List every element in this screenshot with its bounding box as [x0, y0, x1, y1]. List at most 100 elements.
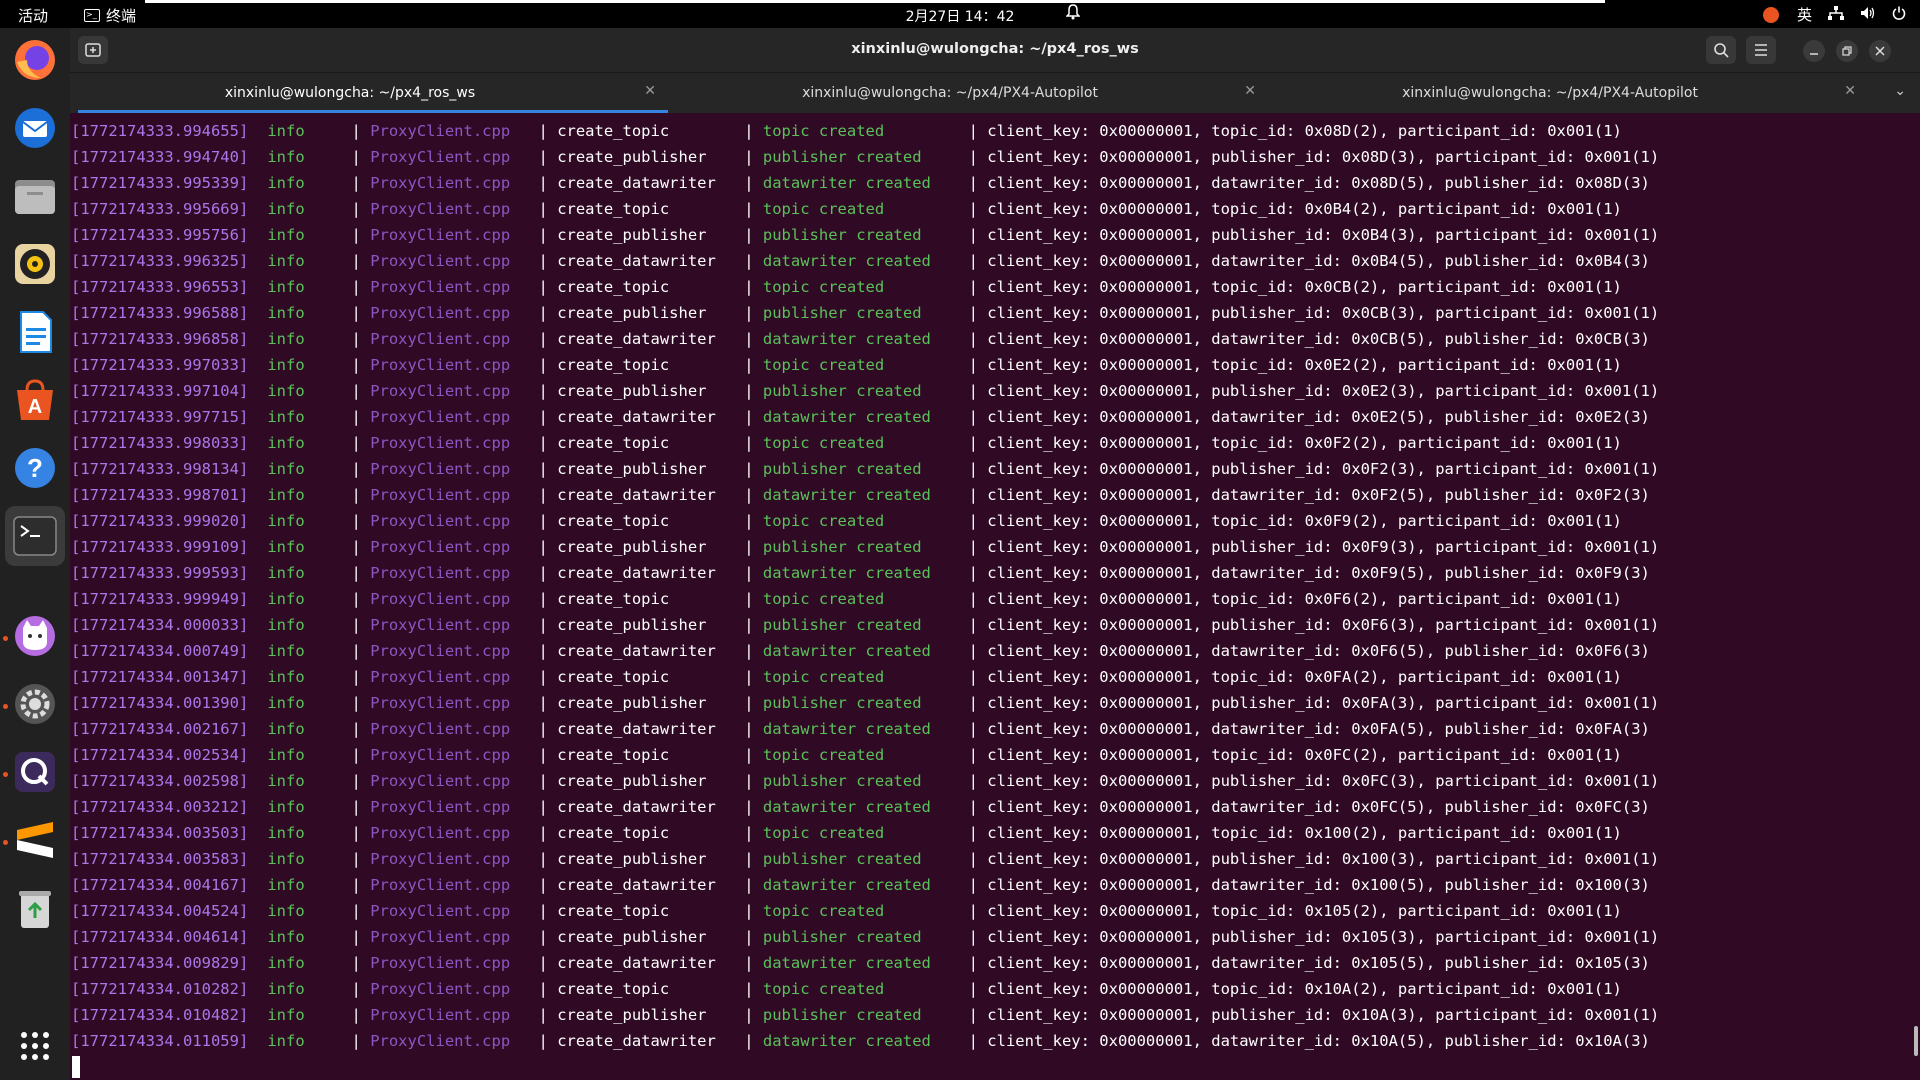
tab-px4-ros-ws[interactable]: xinxinlu@wulongcha: ~/px4_ros_ws ✕ — [70, 73, 670, 113]
ubuntu-indicator-icon[interactable] — [1762, 6, 1779, 23]
log-status: datawriter created — [762, 174, 931, 192]
log-file: ProxyClient.cpp — [370, 564, 511, 582]
column-separator: | — [351, 564, 361, 582]
log-file: ProxyClient.cpp — [370, 720, 511, 738]
tab-close-icon[interactable]: ✕ — [644, 83, 656, 99]
qgroundcontrol-icon[interactable] — [11, 748, 59, 796]
libreoffice-writer-icon[interactable] — [11, 308, 59, 356]
log-func: create_topic — [557, 356, 670, 374]
trash-icon[interactable] — [11, 884, 59, 932]
column-separator: | — [538, 798, 548, 816]
volume-icon[interactable] — [1860, 6, 1876, 24]
log-func: create_datawriter — [557, 720, 716, 738]
log-level: info — [267, 876, 305, 894]
rhythmbox-icon[interactable] — [11, 240, 59, 288]
log-ts: [1772174334.000749] — [71, 642, 249, 660]
tab-close-icon[interactable]: ✕ — [1844, 83, 1856, 99]
column-separator: | — [744, 824, 754, 842]
running-indicator — [3, 636, 8, 641]
log-ts: [1772174334.001347] — [71, 668, 249, 686]
tab-label: xinxinlu@wulongcha: ~/px4_ros_ws — [224, 85, 476, 101]
column-separator: | — [351, 304, 361, 322]
column-separator: | — [538, 486, 548, 504]
column-separator: | — [968, 148, 978, 166]
sublime-text-icon[interactable] — [11, 816, 59, 864]
menu-button[interactable] — [1746, 36, 1776, 64]
column-separator: | — [538, 382, 548, 400]
column-separator: | — [968, 486, 978, 504]
power-icon[interactable] — [1892, 6, 1906, 24]
scrollbar[interactable] — [1914, 1026, 1918, 1056]
files-icon[interactable] — [11, 172, 59, 220]
log-func: create_publisher — [557, 460, 707, 478]
column-separator: | — [351, 772, 361, 790]
tab-px4-autopilot-1[interactable]: xinxinlu@wulongcha: ~/px4/PX4-Autopilot … — [670, 73, 1270, 113]
tab-px4-autopilot-2[interactable]: xinxinlu@wulongcha: ~/px4/PX4-Autopilot … — [1270, 73, 1870, 113]
column-separator: | — [351, 278, 361, 296]
column-separator: | — [968, 694, 978, 712]
search-button[interactable] — [1706, 36, 1736, 64]
show-apps-icon[interactable] — [11, 1022, 59, 1070]
log-file: ProxyClient.cpp — [370, 668, 511, 686]
terminal-output[interactable]: [1772174333.994655] info | ProxyClient.cpp |… — [70, 114, 1920, 1080]
log-ts: [1772174333.997104] — [71, 382, 249, 400]
network-icon[interactable] — [1828, 5, 1844, 24]
header-bar: xinxinlu@wulongcha: ~/px4_ros_ws — [70, 28, 1920, 73]
log-file: ProxyClient.cpp — [370, 200, 511, 218]
cat-app-icon[interactable] — [11, 612, 59, 660]
log-details: client_key: 0x00000001, topic_id: 0x0F9(… — [987, 512, 1622, 530]
app-menu-button[interactable]: >_ 终端 — [84, 5, 136, 26]
column-separator: | — [968, 798, 978, 816]
app-center-icon[interactable]: A — [11, 376, 59, 424]
log-ts: [1772174334.003212] — [71, 798, 249, 816]
clock[interactable]: 2月27日 14：42 — [0, 6, 1920, 26]
log-details: client_key: 0x00000001, topic_id: 0x0F6(… — [987, 590, 1622, 608]
log-file: ProxyClient.cpp — [370, 252, 511, 270]
log-file: ProxyClient.cpp — [370, 694, 511, 712]
thunderbird-icon[interactable] — [11, 104, 59, 152]
minimize-icon — [1810, 53, 1818, 55]
top-bar-progress-line — [145, 0, 1605, 3]
log-ts: [1772174333.999949] — [71, 590, 249, 608]
log-details: client_key: 0x00000001, publisher_id: 0x… — [987, 304, 1660, 322]
column-separator: | — [968, 954, 978, 972]
notification-bell-icon[interactable] — [1065, 4, 1081, 24]
minimize-button[interactable] — [1803, 40, 1825, 62]
log-status: datawriter created — [762, 252, 931, 270]
log-level: info — [267, 694, 305, 712]
column-separator: | — [744, 850, 754, 868]
close-window-button[interactable] — [1869, 40, 1891, 62]
column-separator: | — [744, 928, 754, 946]
log-level: info — [267, 226, 305, 244]
log-level: info — [267, 174, 305, 192]
firefox-icon[interactable] — [11, 36, 59, 84]
column-separator: | — [538, 460, 548, 478]
column-separator: | — [538, 278, 548, 296]
activities-button[interactable]: 活动 — [18, 5, 48, 26]
column-separator: | — [744, 200, 754, 218]
column-separator: | — [351, 642, 361, 660]
log-file: ProxyClient.cpp — [370, 122, 511, 140]
column-separator: | — [744, 798, 754, 816]
log-file: ProxyClient.cpp — [370, 928, 511, 946]
log-file: ProxyClient.cpp — [370, 304, 511, 322]
log-func: create_datawriter — [557, 486, 716, 504]
tab-close-icon[interactable]: ✕ — [1244, 83, 1256, 99]
column-separator: | — [351, 824, 361, 842]
terminal-icon[interactable] — [5, 506, 65, 566]
settings-icon[interactable] — [11, 680, 59, 728]
column-separator: | — [351, 1006, 361, 1024]
help-icon[interactable]: ? — [11, 444, 59, 492]
column-separator: | — [968, 772, 978, 790]
column-separator: | — [968, 928, 978, 946]
tabs-dropdown-icon[interactable]: ⌄ — [1894, 83, 1906, 99]
log-func: create_topic — [557, 434, 670, 452]
log-details: client_key: 0x00000001, topic_id: 0x0FA(… — [987, 668, 1622, 686]
column-separator: | — [351, 512, 361, 530]
log-details: client_key: 0x00000001, datawriter_id: 0… — [987, 252, 1650, 270]
input-method-indicator[interactable]: 英 — [1797, 4, 1812, 25]
maximize-button[interactable] — [1836, 40, 1858, 62]
column-separator: | — [351, 356, 361, 374]
column-separator: | — [351, 1032, 361, 1050]
log-status: publisher created — [762, 850, 922, 868]
